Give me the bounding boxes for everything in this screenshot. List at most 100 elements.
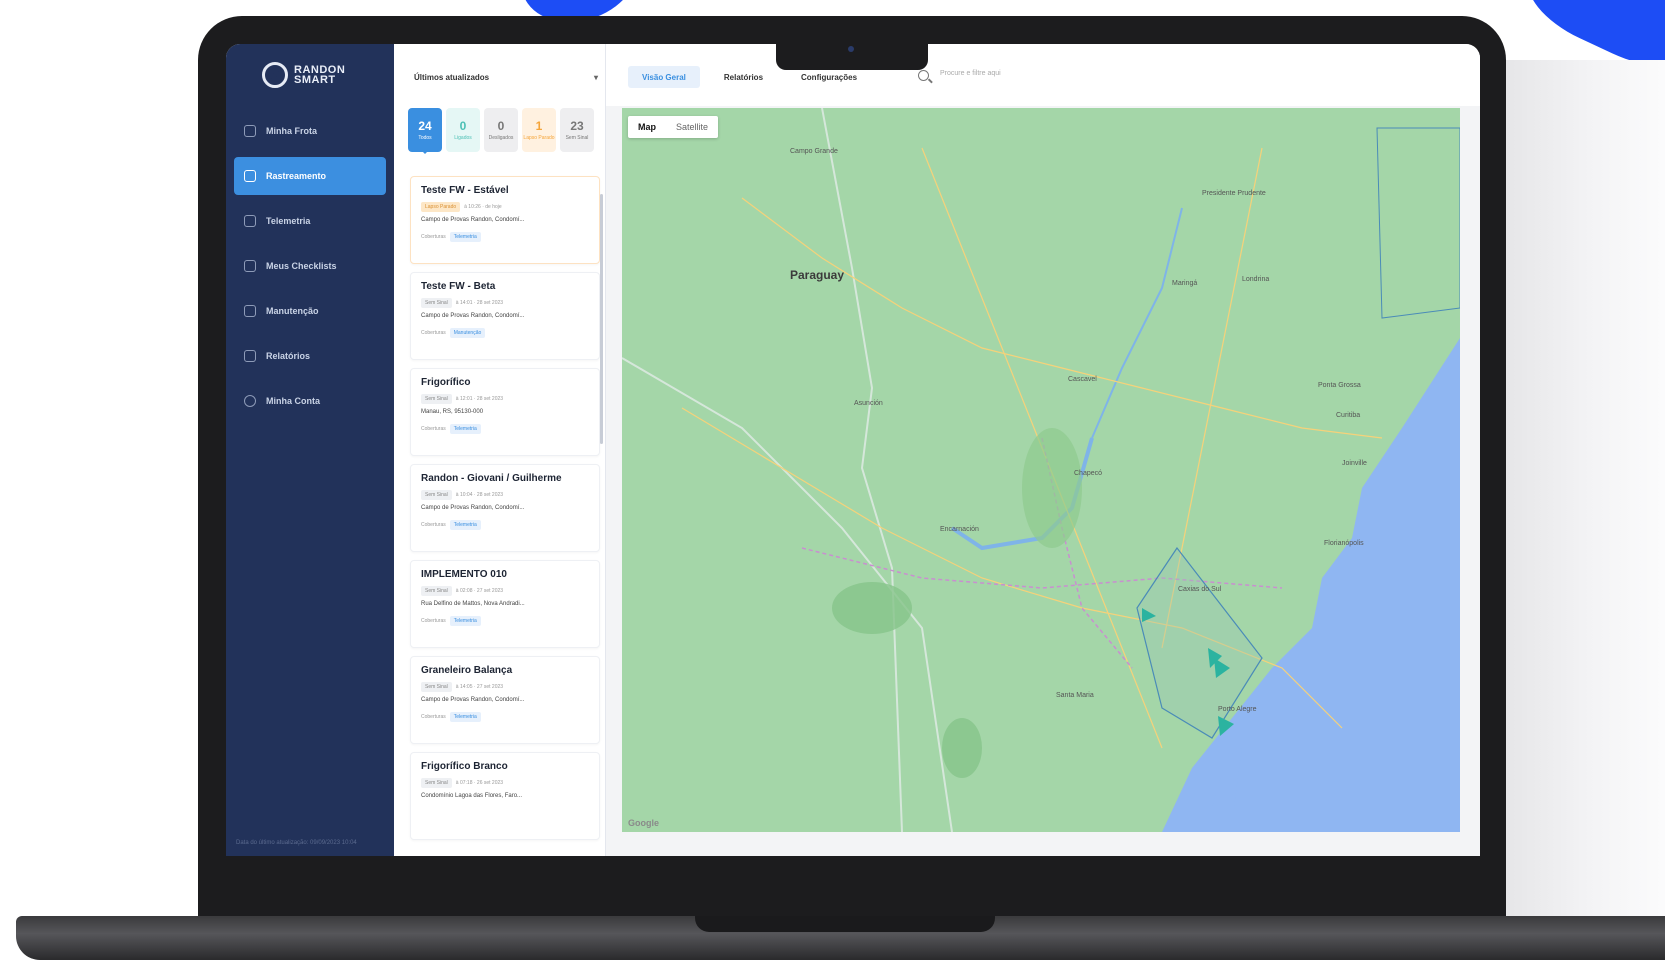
report-icon bbox=[244, 350, 256, 362]
vehicle-card[interactable]: Graneleiro Balança Sem Sinal à 14:05 · 27… bbox=[410, 656, 600, 744]
brand-logo[interactable]: RANDON SMART bbox=[262, 62, 345, 88]
coverage-tag: Telemetria bbox=[449, 424, 481, 434]
status-badge: Sem Sinal bbox=[421, 394, 452, 404]
sidebar-item-telemetria[interactable]: Telemetria bbox=[234, 202, 386, 240]
map-type-map[interactable]: Map bbox=[628, 116, 666, 138]
chevron-down-icon: ▾ bbox=[593, 72, 598, 82]
logo-icon bbox=[262, 62, 288, 88]
wrench-icon bbox=[244, 305, 256, 317]
city-label: Joinville bbox=[1342, 460, 1367, 467]
vehicle-card-time: à 10:26 · de hoje bbox=[464, 204, 502, 210]
tab-visao-geral[interactable]: Visão Geral bbox=[628, 66, 700, 88]
vehicle-card-location: Manau, RS, 95130-000 bbox=[421, 409, 484, 415]
sidebar-item-manutencao[interactable]: Manutenção bbox=[234, 292, 386, 330]
vehicle-card-location: Campo de Provas Randon, Condomí... bbox=[421, 217, 525, 223]
search-input[interactable]: Procure e filtre aqui bbox=[940, 70, 1001, 77]
vehicle-card-time: à 14:05 · 27 set 2023 bbox=[455, 684, 504, 690]
sidebar-item-rastreamento[interactable]: Rastreamento bbox=[234, 157, 386, 195]
sidebar-item-relatorios[interactable]: Relatórios bbox=[234, 337, 386, 375]
filter-count: 1 bbox=[535, 118, 543, 133]
map-type-toggle: Map Satellite bbox=[628, 116, 719, 138]
vehicle-card-list: Teste FW - Estável Lapso Parado à 10:26 ·… bbox=[410, 176, 600, 848]
sidebar-item-label: Minha Conta bbox=[266, 396, 320, 406]
city-label: Cascavel bbox=[1068, 376, 1097, 383]
vehicle-card-location: Campo de Provas Randon, Condomí... bbox=[421, 313, 525, 319]
city-label: Maringá bbox=[1172, 280, 1198, 287]
vehicle-card-time: à 07:18 · 26 set 2023 bbox=[455, 780, 504, 786]
checklist-icon bbox=[244, 260, 256, 272]
city-label: Santa Maria bbox=[1056, 692, 1094, 699]
vehicle-card[interactable]: Frigorífico Branco Sem Sinal à 07:18 · 26… bbox=[410, 752, 600, 840]
sort-select-value: Últimos atualizados bbox=[414, 72, 490, 82]
vehicle-card-title: Graneleiro Balança bbox=[421, 665, 513, 676]
coverage-label: Coberturas bbox=[421, 426, 446, 432]
status-badge: Sem Sinal bbox=[421, 490, 452, 500]
city-label: Chapecó bbox=[1074, 470, 1103, 477]
vehicle-card[interactable]: IMPLEMENTO 010 Sem Sinal à 02:08 · 27 set… bbox=[410, 560, 600, 648]
coverage-tag: Manutenção bbox=[449, 328, 486, 338]
vehicle-list-panel: Últimos atualizados ▾ 24 Todos 0 Ligados 0… bbox=[394, 44, 606, 856]
status-filters: 24 Todos 0 Ligados 0 Desligados 1 Lapso Para… bbox=[408, 108, 594, 154]
city-label: Londrina bbox=[1242, 276, 1270, 283]
map-canvas bbox=[622, 108, 1460, 832]
sidebar-item-minha-frota[interactable]: Minha Frota bbox=[234, 112, 386, 150]
city-label: Asunción bbox=[854, 400, 883, 407]
coverage-tag: Telemetria bbox=[449, 232, 481, 242]
sidebar-item-label: Meus Checklists bbox=[266, 261, 337, 271]
tracking-icon bbox=[244, 170, 256, 182]
sort-select[interactable]: Últimos atualizados ▾ bbox=[414, 66, 598, 88]
city-label: Curitiba bbox=[1336, 412, 1361, 419]
last-update-text: Data do último atualização: 09/09/2023 1… bbox=[236, 840, 357, 846]
vehicle-card-location: Campo de Provas Randon, Condomí... bbox=[421, 505, 525, 511]
filter-todos[interactable]: 24 Todos bbox=[408, 108, 442, 154]
city-label: Porto Alegre bbox=[1218, 706, 1257, 713]
vehicle-card-title: Teste FW - Estável bbox=[421, 185, 509, 196]
filter-desligados[interactable]: 0 Desligados bbox=[484, 108, 518, 152]
sidebar: RANDON SMART Minha Frota Rastreamento Te… bbox=[226, 44, 394, 856]
city-label: Campo Grande bbox=[790, 148, 838, 155]
filter-ligados[interactable]: 0 Ligados bbox=[446, 108, 480, 152]
filter-count: 24 bbox=[418, 118, 432, 133]
filter-count: 0 bbox=[497, 118, 505, 133]
tab-relatorios[interactable]: Relatórios bbox=[709, 66, 778, 88]
map-type-satellite[interactable]: Satellite bbox=[666, 116, 718, 138]
vehicle-card[interactable]: Teste FW - Beta Sem Sinal à 14:01 · 28 se… bbox=[410, 272, 600, 360]
coverage-label: Coberturas bbox=[421, 330, 446, 336]
map-view[interactable]: Map Satellite Paraguay Asunción Encarnac… bbox=[622, 108, 1460, 832]
status-badge: Lapso Parado bbox=[421, 202, 461, 212]
vehicle-card[interactable]: Teste FW - Estável Lapso Parado à 10:26 ·… bbox=[410, 176, 600, 264]
city-label: Encarnación bbox=[940, 526, 979, 533]
coverage-label: Coberturas bbox=[421, 714, 446, 720]
logo-text: RANDON SMART bbox=[294, 65, 345, 86]
filter-count: 23 bbox=[570, 118, 584, 133]
vehicle-card[interactable]: Randon - Giovani / Guilherme Sem Sinal à … bbox=[410, 464, 600, 552]
sidebar-item-label: Relatórios bbox=[266, 351, 311, 361]
status-badge: Sem Sinal bbox=[421, 586, 452, 596]
sidebar-item-label: Manutenção bbox=[266, 306, 319, 316]
filter-sem-sinal[interactable]: 23 Sem Sinal bbox=[560, 108, 594, 152]
vehicle-card-time: à 02:08 · 27 set 2023 bbox=[455, 588, 504, 594]
sidebar-item-label: Rastreamento bbox=[266, 171, 327, 181]
sidebar-nav: Minha Frota Rastreamento Telemetria Meus… bbox=[234, 112, 386, 427]
vehicle-card[interactable]: Frigorífico Sem Sinal à 12:01 · 28 set 20… bbox=[410, 368, 600, 456]
filter-lapso-parado[interactable]: 1 Lapso Parado bbox=[522, 108, 556, 152]
coverage-tag: Telemetria bbox=[449, 616, 481, 626]
vehicle-card-title: Teste FW - Beta bbox=[421, 281, 496, 292]
list-scrollbar[interactable] bbox=[600, 194, 603, 444]
filter-label: Ligados bbox=[454, 134, 472, 141]
filter-count: 0 bbox=[459, 118, 467, 133]
vehicle-card-title: IMPLEMENTO 010 bbox=[421, 569, 507, 580]
vehicle-card-time: à 14:01 · 28 set 2023 bbox=[455, 300, 504, 306]
sidebar-item-checklists[interactable]: Meus Checklists bbox=[234, 247, 386, 285]
marketing-stage: RANDON SMART Minha Frota Rastreamento Te… bbox=[0, 0, 1665, 960]
status-badge: Sem Sinal bbox=[421, 298, 452, 308]
search-icon[interactable] bbox=[918, 70, 929, 81]
coverage-tag: Telemetria bbox=[449, 520, 481, 530]
sidebar-item-label: Minha Frota bbox=[266, 126, 317, 136]
vehicle-card-title: Frigorífico Branco bbox=[421, 761, 508, 772]
vehicle-card-time: à 12:01 · 28 set 2023 bbox=[455, 396, 504, 402]
top-bar: Visão Geral Relatórios Configurações Pro… bbox=[606, 44, 1480, 832]
coverage-label: Coberturas bbox=[421, 618, 446, 624]
sidebar-item-minha-conta[interactable]: Minha Conta bbox=[234, 382, 386, 420]
vehicle-card-location: Rua Delfino de Mattos, Nova Andradi... bbox=[421, 601, 525, 607]
